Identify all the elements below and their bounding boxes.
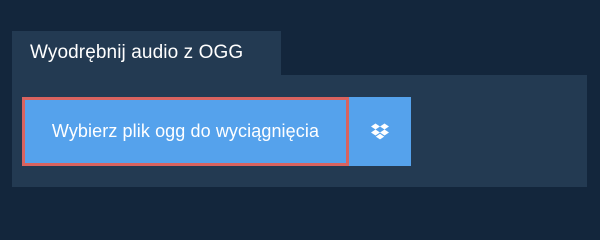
dropbox-icon (371, 123, 389, 139)
choose-file-label: Wybierz plik ogg do wyciągnięcia (51, 121, 320, 141)
tab-extract-audio[interactable]: Wyodrębnij audio z OGG (12, 31, 281, 75)
choose-file-button[interactable]: Wybierz plik ogg do wyciągnięcia (22, 97, 349, 166)
dropbox-button[interactable] (349, 97, 411, 166)
tab-label: Wyodrębnij audio z OGG (30, 42, 244, 63)
